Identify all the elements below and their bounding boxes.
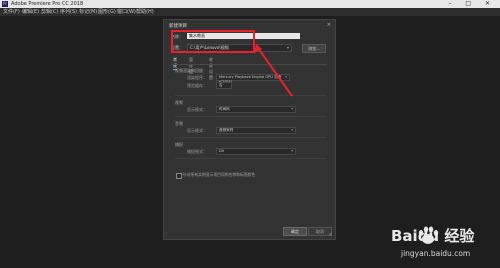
watermark: Baidu 经验 jingyan.baidu.com <box>391 223 499 267</box>
arrow-shaft <box>257 47 293 97</box>
watermark-logo-text: Baidu 经验 <box>391 227 475 245</box>
watermark-url: jingyan.baidu.com <box>401 249 471 258</box>
